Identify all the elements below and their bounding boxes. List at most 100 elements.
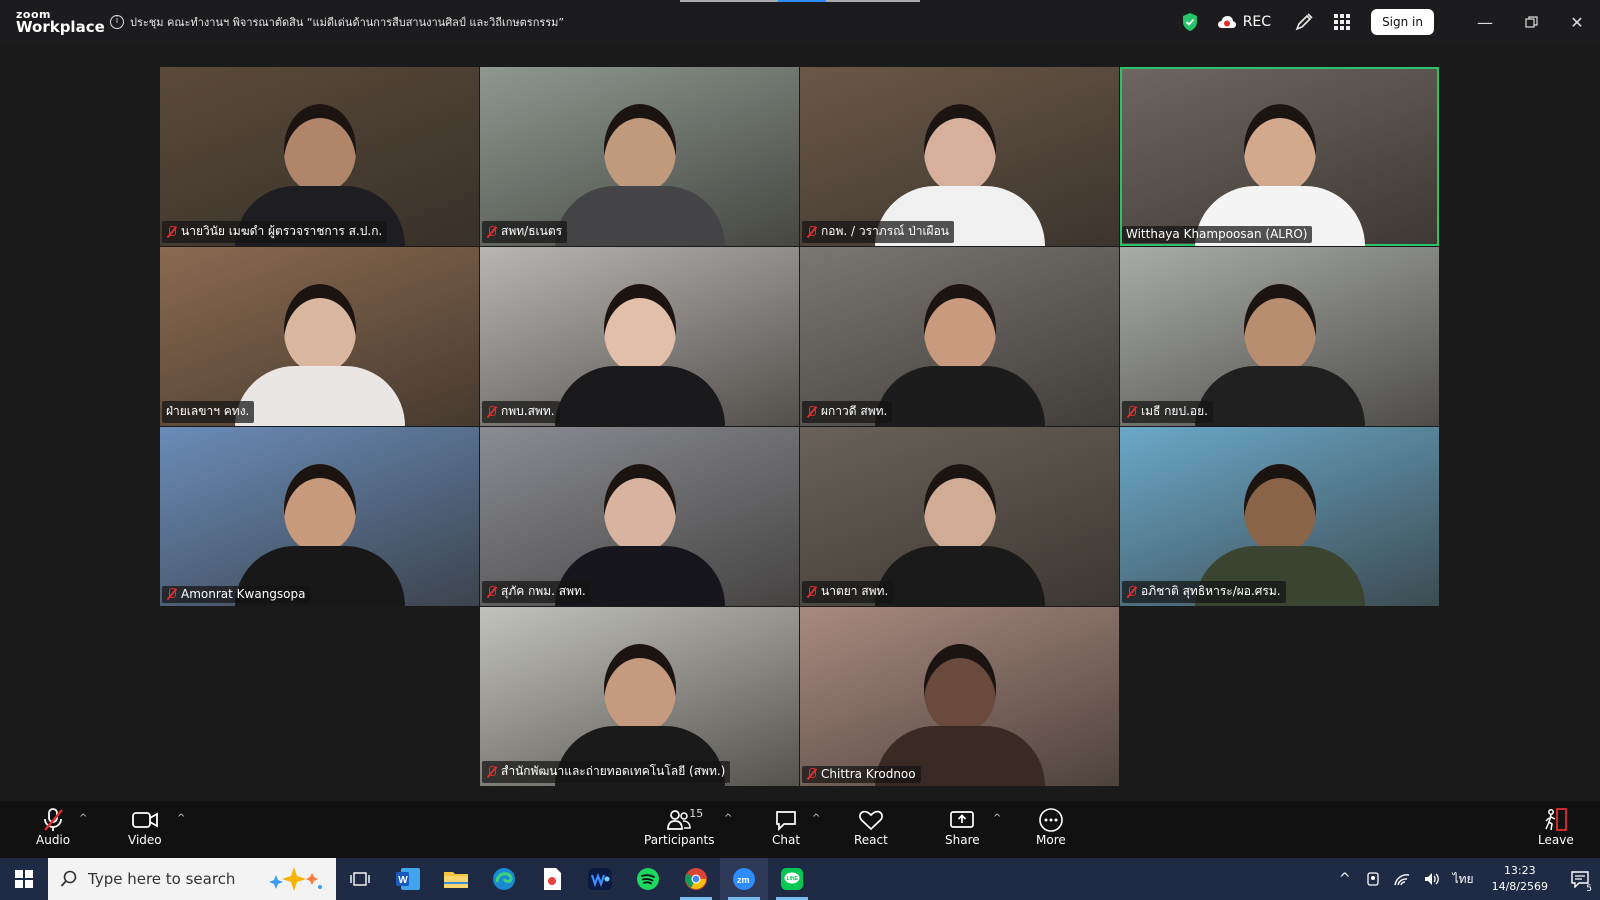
restore-icon[interactable] <box>1508 0 1554 44</box>
muted-mic-icon <box>1126 405 1137 418</box>
participant-name: นายวินัย เมฆดำ ผู้ตรวจราชการ ส.ป.ก. <box>181 224 383 238</box>
participants-options-caret-icon[interactable]: ^ <box>724 813 732 824</box>
participant-video-feed <box>234 284 405 426</box>
meeting-toolbar: Audio ^ Video ^ 15 Participants ^ Chat ^… <box>0 801 1600 858</box>
participant-video-tile[interactable]: ฝ่ายเลขาฯ คทง. <box>160 247 479 426</box>
speaker-volume-icon[interactable] <box>1423 871 1441 887</box>
participant-name-label: ผกาวดี สพท. <box>802 401 893 423</box>
muted-mic-icon <box>166 588 177 600</box>
participant-name: Witthaya Khampoosan (ALRO) <box>1126 227 1308 241</box>
participant-video-tile[interactable]: สพท/ธเนตร <box>480 67 799 246</box>
more-dots-icon <box>1039 808 1063 832</box>
meeting-title[interactable]: i ประชุม คณะทำงานฯ พิจารณาตัดสิน “แม่ดีเ… <box>110 13 564 31</box>
participant-name: ผกาวดี สพท. <box>821 404 888 418</box>
participant-video-tile[interactable]: Witthaya Khampoosan (ALRO) <box>1120 67 1439 246</box>
close-icon[interactable]: ✕ <box>1554 0 1600 44</box>
muted-mic-icon <box>44 808 63 831</box>
muted-mic-icon <box>806 225 817 238</box>
video-button[interactable]: Video <box>128 807 162 847</box>
svg-text:W: W <box>398 875 408 886</box>
input-language-indicator[interactable]: ไทย <box>1453 870 1474 889</box>
word-app-icon[interactable]: W <box>384 858 432 900</box>
participant-video-tile[interactable]: กพบ.สพท. <box>480 247 799 426</box>
participant-name-label: เมธี กยป.อย. <box>1122 401 1213 423</box>
participant-video-tile[interactable]: เมธี กยป.อย. <box>1120 247 1439 426</box>
minimize-icon[interactable]: — <box>1462 0 1508 44</box>
line-app-icon[interactable]: LINE <box>768 858 816 900</box>
taskbar-search-input[interactable]: Type here to search <box>48 858 336 900</box>
info-icon[interactable]: i <box>110 15 124 29</box>
document-app-icon[interactable] <box>528 858 576 900</box>
participant-name-label: Chittra Krodnoo <box>802 766 921 783</box>
wifi-icon[interactable] <box>1393 871 1411 887</box>
cloud-record-icon <box>1217 16 1236 28</box>
participant-video-feed <box>874 284 1045 426</box>
participant-video-tile[interactable]: สำนักพัฒนาและถ่ายทอดเทคโนโลยี (สพท.) <box>480 607 799 786</box>
participant-video-tile[interactable]: สุภัค กพม. สพท. <box>480 427 799 606</box>
file-explorer-icon[interactable] <box>432 858 480 900</box>
task-view-icon[interactable] <box>336 858 384 900</box>
participant-name: สพท/ธเนตร <box>501 224 563 238</box>
apps-grid-icon[interactable] <box>1327 7 1357 37</box>
video-options-caret-icon[interactable]: ^ <box>177 813 185 824</box>
muted-mic-icon <box>486 405 497 418</box>
svg-text:LINE: LINE <box>787 876 799 882</box>
muted-mic-icon <box>1126 585 1137 598</box>
participant-video-tile[interactable]: นายวินัย เมฆดำ ผู้ตรวจราชการ ส.ป.ก. <box>160 67 479 246</box>
more-button[interactable]: More <box>1036 807 1066 847</box>
webex-app-icon[interactable] <box>576 858 624 900</box>
react-button[interactable]: React <box>854 807 888 847</box>
recording-indicator[interactable]: REC <box>1217 14 1271 30</box>
participant-name-label: ฝ่ายเลขาฯ คทง. <box>162 401 255 423</box>
participant-name: กอพ. / วราภรณ์ ป่าเผือน <box>821 224 949 238</box>
chat-button[interactable]: Chat <box>772 807 800 847</box>
participant-video-feed <box>874 464 1045 606</box>
meeting-title-text: ประชุม คณะทำงานฯ พิจารณาตัดสิน “แม่ดีเด่… <box>130 16 565 29</box>
windows-taskbar: Type here to search W zm LINE ^ ไทย 13:2… <box>0 858 1600 900</box>
participant-video-tile[interactable]: ผกาวดี สพท. <box>800 247 1119 426</box>
sparkle-search-highlight-icon <box>269 867 322 891</box>
meet-now-icon[interactable] <box>1365 871 1381 887</box>
participant-video-tile[interactable]: Chittra Krodnoo <box>800 607 1119 786</box>
leave-button[interactable]: Leave <box>1538 807 1574 847</box>
muted-mic-icon <box>806 405 817 418</box>
security-shield-icon[interactable] <box>1175 7 1205 37</box>
participant-name: เมธี กยป.อย. <box>1141 404 1208 418</box>
spotify-app-icon[interactable] <box>624 858 672 900</box>
chrome-browser-icon[interactable] <box>672 858 720 900</box>
edge-browser-icon[interactable] <box>480 858 528 900</box>
participant-name-label: กอพ. / วราภรณ์ ป่าเผือน <box>802 221 954 243</box>
muted-mic-icon <box>166 225 177 238</box>
muted-mic-icon <box>806 585 817 598</box>
notification-center-button[interactable]: 5 <box>1560 858 1600 900</box>
participant-name: อภิชาติ สุทธิหาระ/ผอ.ศรม. <box>1141 584 1281 598</box>
participant-video-tile[interactable]: อภิชาติ สุทธิหาระ/ผอ.ศรม. <box>1120 427 1439 606</box>
chat-options-caret-icon[interactable]: ^ <box>812 813 820 824</box>
zoom-app-icon[interactable]: zm <box>720 858 768 900</box>
participant-name: นาตยา สพท. <box>821 584 889 598</box>
participant-name: Amonrat Kwangsopa <box>181 587 306 601</box>
system-tray: ^ ไทย 13:23 14/8/2569 5 <box>1331 858 1600 900</box>
system-clock[interactable]: 13:23 14/8/2569 <box>1492 863 1548 895</box>
video-gallery: นายวินัย เมฆดำ ผู้ตรวจราชการ ส.ป.ก. สพท/ธ… <box>0 44 1600 801</box>
notification-count: 5 <box>1584 884 1594 894</box>
participant-video-feed <box>234 464 405 606</box>
participant-name: สุภัค กพม. สพท. <box>501 584 586 598</box>
share-button[interactable]: Share <box>945 807 980 847</box>
participant-name-label: กพบ.สพท. <box>482 401 560 423</box>
chat-bubble-icon <box>776 811 796 831</box>
sign-in-button[interactable]: Sign in <box>1371 9 1434 35</box>
participant-video-tile[interactable]: Amonrat Kwangsopa <box>160 427 479 606</box>
participants-button[interactable]: 15 Participants <box>644 807 715 847</box>
audio-button[interactable]: Audio <box>36 807 70 847</box>
participant-name: Chittra Krodnoo <box>821 767 916 781</box>
show-hidden-icons-icon[interactable]: ^ <box>1339 871 1351 887</box>
windows-start-button[interactable] <box>0 858 48 900</box>
leave-door-icon <box>1545 808 1567 831</box>
participant-video-tile[interactable]: กอพ. / วราภรณ์ ป่าเผือน <box>800 67 1119 246</box>
share-options-caret-icon[interactable]: ^ <box>993 813 1001 824</box>
annotate-pen-icon[interactable] <box>1289 7 1319 37</box>
participant-video-tile[interactable]: นาตยา สพท. <box>800 427 1119 606</box>
participant-name: ฝ่ายเลขาฯ คทง. <box>166 404 250 418</box>
audio-options-caret-icon[interactable]: ^ <box>79 813 87 824</box>
